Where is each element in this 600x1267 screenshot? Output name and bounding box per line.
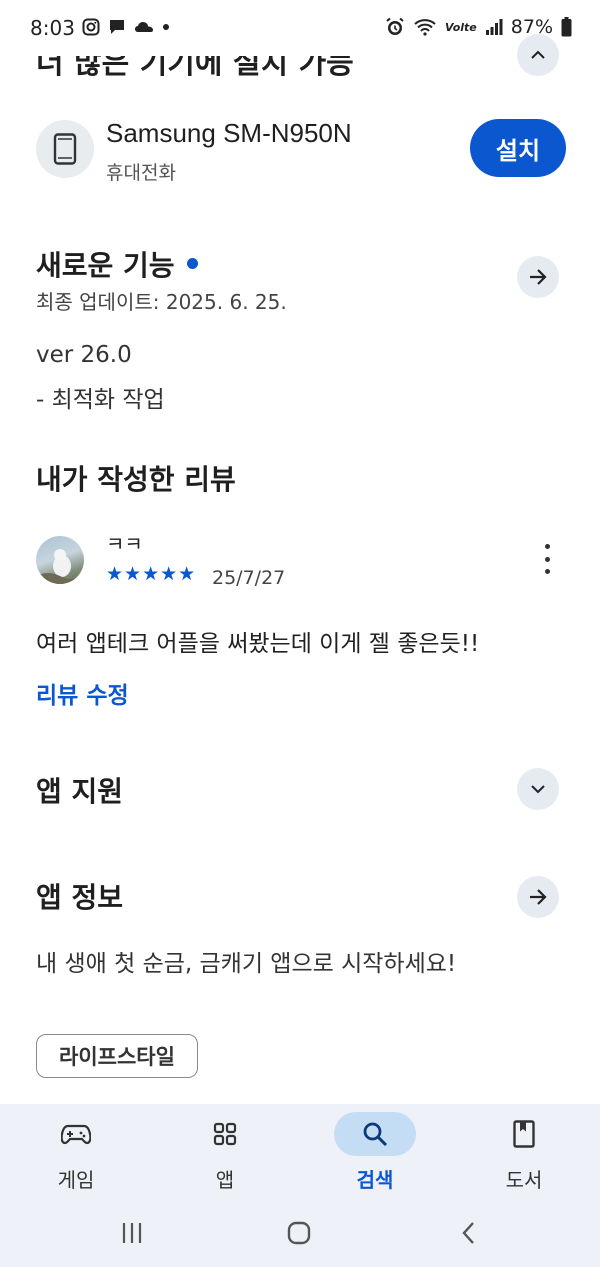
collapse-button[interactable] [517, 34, 559, 76]
new-indicator-dot [186, 257, 198, 269]
reviewer-name: ㅋㅋ [106, 532, 143, 556]
nav-label-books: 도서 [505, 1168, 543, 1192]
wifi-icon [414, 19, 436, 36]
recents-icon [122, 1223, 142, 1243]
volte-label: Volte [445, 20, 477, 34]
whats-new-title[interactable]: 새로운 기능 [36, 244, 198, 284]
category-chip[interactable]: 라이프스타일 [36, 1034, 198, 1078]
version-text: ver 26.0 [36, 342, 132, 368]
instagram-icon [82, 18, 100, 36]
nav-item-search[interactable]: 검색 [315, 1104, 435, 1200]
nav-label-search: 검색 [356, 1168, 394, 1192]
nav-item-books[interactable]: 도서 [464, 1104, 584, 1200]
arrow-right-icon [530, 889, 547, 905]
search-icon [334, 1112, 416, 1156]
home-icon [287, 1221, 311, 1245]
about-app-title[interactable]: 앱 정보 [36, 876, 123, 916]
signal-icon [485, 19, 503, 35]
app-support-expand-button[interactable] [517, 768, 559, 810]
gamepad-icon [35, 1112, 117, 1156]
install-button[interactable]: 설치 [470, 119, 566, 177]
status-bar: 8:03 Volte 87% [0, 0, 600, 56]
update-note: - 최적화 작업 [36, 387, 165, 413]
kebab-dot-icon [544, 556, 550, 562]
review-more-options-button[interactable] [536, 544, 558, 574]
alarm-icon [386, 17, 404, 35]
device-name: Samsung SM-N950N [106, 118, 352, 148]
app-description: 내 생애 첫 순금, 금캐기 앱으로 시작하세요! [36, 951, 457, 977]
more-dot-icon [163, 24, 169, 30]
book-icon [483, 1112, 565, 1156]
apps-grid-icon [184, 1112, 266, 1156]
review-text: 여러 앱테크 어플을 써봤는데 이게 젤 좋은듯!! [36, 631, 480, 657]
nav-item-apps[interactable]: 앱 [165, 1104, 285, 1200]
system-navigation-bar [0, 1200, 600, 1267]
chevron-down-icon [531, 785, 545, 794]
arrow-right-icon [530, 269, 547, 285]
device-avatar [36, 120, 94, 178]
chevron-up-icon [531, 50, 545, 59]
chat-icon [110, 20, 124, 34]
nav-item-games[interactable]: 게임 [16, 1104, 136, 1200]
cloud-icon [135, 22, 153, 32]
battery-icon [561, 17, 572, 37]
whats-new-label: 새로운 기능 [36, 249, 175, 282]
nav-label-apps: 앱 [215, 1168, 235, 1192]
home-button[interactable] [279, 1218, 319, 1248]
back-button[interactable] [448, 1218, 488, 1248]
kebab-dot-icon [544, 569, 550, 574]
app-support-title[interactable]: 앱 지원 [36, 770, 123, 810]
bottom-navigation: 게임 앱 검색 도서 [0, 1104, 600, 1200]
whats-new-arrow-button[interactable] [517, 256, 559, 298]
back-chevron-icon [462, 1222, 474, 1244]
edit-review-link[interactable]: 리뷰 수정 [36, 676, 129, 710]
review-date: 25/7/27 [212, 567, 286, 589]
avatar [36, 536, 84, 584]
nav-label-games: 게임 [57, 1168, 95, 1192]
status-time: 8:03 [30, 16, 75, 40]
kebab-dot-icon [544, 544, 550, 549]
last-updated: 최종 업데이트: 2025. 6. 25. [36, 290, 287, 314]
recent-apps-button[interactable] [112, 1218, 152, 1248]
notification-icons [82, 18, 170, 36]
smartphone-icon [53, 133, 77, 165]
my-review-title: 내가 작성한 리뷰 [36, 463, 236, 496]
device-type: 휴대전화 [106, 162, 176, 184]
device-row: Samsung SM-N950N 휴대전화 설치 [36, 118, 566, 184]
star-rating: ★★★★★ [106, 563, 197, 585]
cat-photo-icon [36, 549, 84, 584]
about-app-arrow-button[interactable] [517, 876, 559, 918]
